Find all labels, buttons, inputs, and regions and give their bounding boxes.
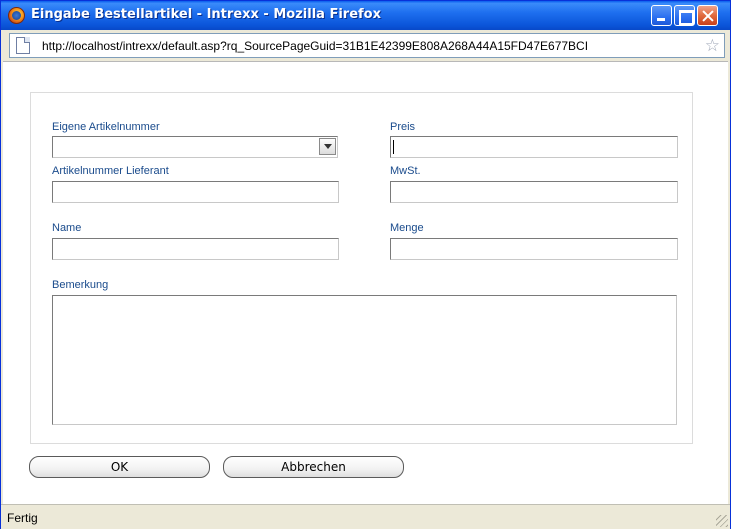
eigene-artikelnummer-select[interactable] xyxy=(52,136,338,158)
cancel-button[interactable]: Abbrechen xyxy=(223,456,404,478)
maximize-button[interactable] xyxy=(674,5,695,26)
menge-label: Menge xyxy=(390,222,424,234)
browser-window: Eingabe Bestellartikel - Intrexx - Mozil… xyxy=(0,0,731,529)
url-text[interactable]: http://localhost/intrexx/default.asp?rq_… xyxy=(42,39,692,53)
chevron-down-icon[interactable] xyxy=(319,138,336,155)
mwst-label: MwSt. xyxy=(390,165,421,177)
firefox-icon xyxy=(8,7,25,24)
close-button[interactable] xyxy=(697,5,718,26)
mwst-input[interactable] xyxy=(390,181,678,203)
star-icon[interactable]: ☆ xyxy=(705,36,720,55)
resize-grip-icon[interactable] xyxy=(716,515,728,527)
name-label: Name xyxy=(52,222,82,234)
preis-input[interactable] xyxy=(390,136,678,158)
page-icon xyxy=(16,37,30,54)
page-content: Eigene Artikelnummer Preis Artikelnummer… xyxy=(3,61,728,504)
menge-input[interactable] xyxy=(390,238,678,260)
bemerkung-label: Bemerkung xyxy=(52,279,109,291)
minimize-button[interactable] xyxy=(651,5,672,26)
form-panel: Eigene Artikelnummer Preis Artikelnummer… xyxy=(30,92,693,444)
url-bar[interactable]: http://localhost/intrexx/default.asp?rq_… xyxy=(9,33,725,58)
window-title: Eingabe Bestellartikel - Intrexx - Mozil… xyxy=(31,7,381,22)
status-bar: Fertig xyxy=(1,504,730,529)
eigene-artikelnummer-label: Eigene Artikelnummer xyxy=(52,121,160,133)
title-bar[interactable]: Eingabe Bestellartikel - Intrexx - Mozil… xyxy=(1,1,730,30)
name-input[interactable] xyxy=(52,238,339,260)
status-text: Fertig xyxy=(7,511,38,525)
artikelnummer-lieferant-input[interactable] xyxy=(52,181,339,203)
ok-button[interactable]: OK xyxy=(29,456,210,478)
preis-label: Preis xyxy=(390,121,416,133)
artikelnummer-lieferant-label: Artikelnummer Lieferant xyxy=(52,165,169,177)
bemerkung-textarea[interactable] xyxy=(52,295,677,425)
